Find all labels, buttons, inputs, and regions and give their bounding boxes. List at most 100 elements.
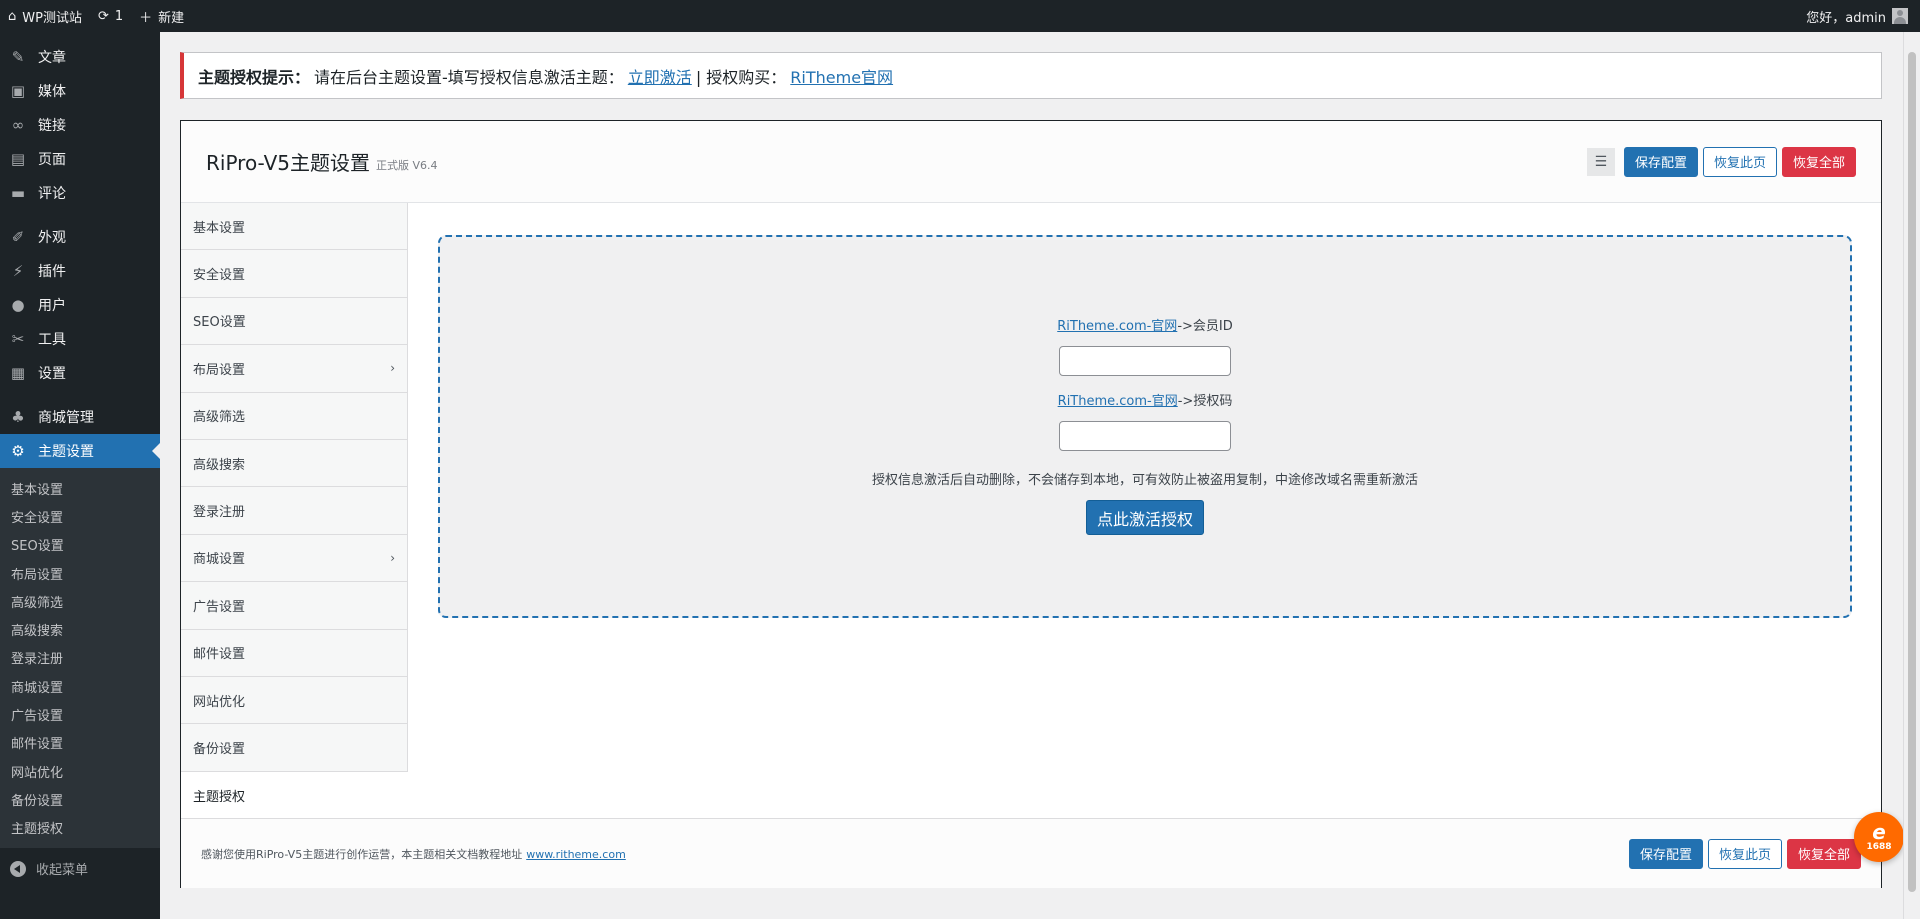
admin-sidebar: ✎ 文章 ▣ 媒体 ∞ 链接 ▤ 页面 ▬ 评论 ✐ 外观 ⚡ 插件 ● 用户 ✂ 工具 ▦ 设置 … [0,32,160,919]
license-code-input[interactable] [1059,421,1231,451]
nav-item-mail[interactable]: 邮件设置 [181,629,407,677]
member-id-label: RiTheme.com-官网->会员ID [1057,319,1233,334]
site-name-link[interactable]: ⌂ WP测试站 [0,0,90,32]
chevron-right-icon: › [390,550,395,565]
nav-item-backup[interactable]: 备份设置 [181,724,407,772]
reset-all-button[interactable]: 恢复全部 [1781,146,1856,177]
panel-body: 基本设置 安全设置 SEO设置 布局设置 › 高级筛选 高级搜索 登录注册 商城设… [181,203,1881,820]
nav-item-filter[interactable]: 高级筛选 [181,392,407,440]
submenu-item-security[interactable]: 安全设置 [0,502,160,530]
my-account-link[interactable]: 您好，admin [1798,0,1920,32]
submenu-item-backup[interactable]: 备份设置 [0,785,160,813]
home-icon: ⌂ [8,8,17,24]
docs-link[interactable]: www.ritheme.com [526,848,626,861]
footer-actions: 保存配置 恢复此页 恢复全部 [1628,838,1861,869]
submenu-item-login[interactable]: 登录注册 [0,644,160,672]
menu-item-settings[interactable]: ▦ 设置 [0,356,160,390]
member-id-site-link[interactable]: RiTheme.com-官网 [1057,319,1177,334]
plus-icon: ＋ [139,10,153,26]
submenu-item-seo[interactable]: SEO设置 [0,531,160,559]
fab-label: 1688 [1866,842,1892,852]
plugin-icon: ⚡ [12,262,24,280]
shop-icon: ♣ [11,408,25,426]
nav-item-seo[interactable]: SEO设置 [181,297,407,346]
updates-link[interactable]: ⟳ 1 [90,0,131,32]
submenu-item-search[interactable]: 高级搜索 [0,615,160,643]
save-config-button[interactable]: 保存配置 [1623,146,1698,177]
ritheme-site-link[interactable]: RiTheme官网 [790,64,893,88]
nav-item-ads[interactable]: 广告设置 [181,582,407,630]
updates-count: 1 [114,8,124,24]
footer-reset-page-button[interactable]: 恢复此页 [1707,838,1782,869]
submenu-item-layout[interactable]: 布局设置 [0,559,160,587]
page-icon: ▤ [10,150,26,168]
menu-item-media[interactable]: ▣ 媒体 [0,74,160,108]
panel-version: 正式版 V6.4 [376,158,438,172]
footer-reset-all-button[interactable]: 恢复全部 [1786,838,1861,869]
nav-item-layout[interactable]: 布局设置 › [181,345,407,393]
nav-item-security[interactable]: 安全设置 [181,250,407,298]
site-name: WP测试站 [22,10,82,26]
settings-nav: 基本设置 安全设置 SEO设置 布局设置 › 高级筛选 高级搜索 登录注册 商城设… [181,203,408,820]
nav-item-login[interactable]: 登录注册 [181,487,407,535]
gear-icon: ⚙ [11,442,25,460]
refresh-icon: ⟳ [97,8,109,24]
menu-item-links[interactable]: ∞ 链接 [0,108,160,142]
notice-separator: | 授权购买： [695,67,787,87]
media-icon: ▣ [10,82,26,100]
chevron-right-icon: › [390,361,395,376]
footer-save-config-button[interactable]: 保存配置 [1628,838,1703,869]
expand-all-icon[interactable]: ☰ [1586,147,1615,176]
panel-footer: 感谢您使用RiPro-V5主题进行创作运营，本主题相关文档教程地址 www.rit… [181,818,1881,888]
nav-item-basic[interactable]: 基本设置 [181,203,407,251]
theme-settings-panel: RiPro-V5主题设置 正式版 V6.4 ☰ 保存配置 恢复此页 恢复全部 基… [180,120,1882,888]
comment-icon: ▬ [10,184,26,202]
activate-license-button[interactable]: 点此激活授权 [1085,500,1204,535]
scrollbar-thumb[interactable] [1908,52,1916,892]
new-label: 新建 [158,10,185,26]
submenu-item-ads[interactable]: 广告设置 [0,700,160,728]
avatar-icon [1892,8,1908,24]
theme-settings-submenu: 基本设置 安全设置 SEO设置 布局设置 高级筛选 高级搜索 登录注册 商城设置… [0,468,160,848]
menu-separator [0,390,160,400]
submenu-item-optimize[interactable]: 网站优化 [0,757,160,785]
collapse-icon [10,860,26,877]
submenu-item-basic[interactable]: 基本设置 [0,474,160,502]
reset-page-button[interactable]: 恢复此页 [1702,146,1777,177]
activate-now-link[interactable]: 立即激活 [628,64,692,88]
submenu-item-filter[interactable]: 高级筛选 [0,587,160,615]
menu-item-appearance[interactable]: ✐ 外观 [0,220,160,254]
nav-item-optimize[interactable]: 网站优化 [181,676,407,725]
menu-item-users[interactable]: ● 用户 [0,288,160,322]
submenu-item-shop[interactable]: 商城设置 [0,672,160,700]
user-icon: ● [11,296,25,314]
nav-item-license[interactable]: 主题授权 [181,771,408,820]
alibaba-1688-float-button[interactable]: e 1688 [1854,812,1904,862]
wrench-icon: ✂ [11,330,25,348]
menu-item-theme-settings[interactable]: ⚙ 主题设置 [0,434,160,468]
header-actions: ☰ 保存配置 恢复此页 恢复全部 [1586,146,1856,177]
nav-item-search[interactable]: 高级搜索 [181,439,407,488]
member-id-input[interactable] [1059,346,1231,376]
license-code-label: RiTheme.com-官网->授权码 [1057,394,1233,409]
nav-item-shop[interactable]: 商城设置 › [181,534,407,583]
menu-item-plugins[interactable]: ⚡ 插件 [0,254,160,288]
new-content-link[interactable]: ＋ 新建 [131,0,192,32]
pin-icon: ✎ [11,48,25,66]
admin-bar: ⌂ WP测试站 ⟳ 1 ＋ 新建 您好，admin [0,0,1920,32]
menu-item-comments[interactable]: ▬ 评论 [0,176,160,210]
menu-item-shop[interactable]: ♣ 商城管理 [0,400,160,434]
alibaba-logo-icon: e [1872,820,1886,844]
license-code-site-link[interactable]: RiTheme.com-官网 [1058,394,1178,409]
page-scrollbar[interactable] [1903,32,1920,919]
collapse-menu-button[interactable]: 收起菜单 [0,852,160,886]
license-box: RiTheme.com-官网->会员ID RiTheme.com-官网->授权码… [438,235,1852,618]
menu-item-posts[interactable]: ✎ 文章 [0,40,160,74]
submenu-item-mail[interactable]: 邮件设置 [0,729,160,757]
submenu-item-license[interactable]: 主题授权 [0,814,160,842]
greeting: 您好，admin [1806,10,1886,26]
footer-text: 感谢您使用RiPro-V5主题进行创作运营，本主题相关文档教程地址 www.rit… [201,847,626,861]
panel-title: RiPro-V5主题设置 [206,151,371,175]
menu-item-pages[interactable]: ▤ 页面 [0,142,160,176]
menu-item-tools[interactable]: ✂ 工具 [0,322,160,356]
